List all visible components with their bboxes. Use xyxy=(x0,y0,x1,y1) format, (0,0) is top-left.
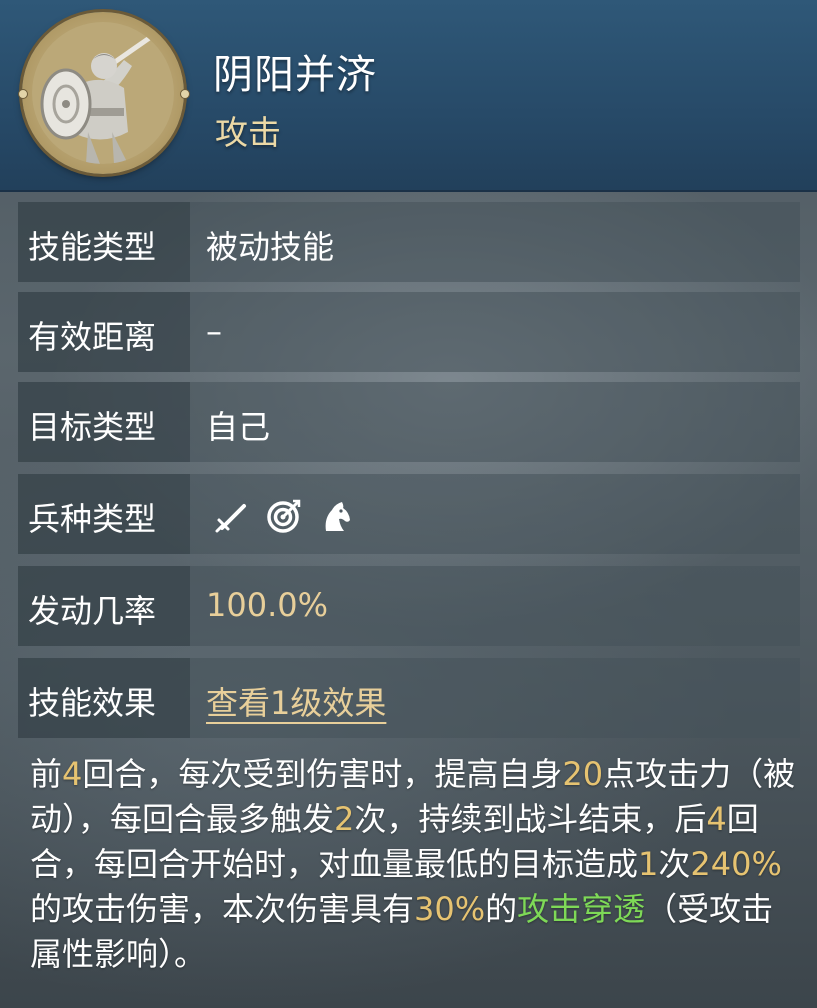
view-level-effect-link[interactable]: 查看1级效果 xyxy=(206,678,386,724)
description-highlight: 1 xyxy=(638,845,659,883)
description-highlight: 20 xyxy=(562,755,604,793)
avatar-stud-left xyxy=(18,89,28,99)
description-highlight: 2 xyxy=(334,800,355,838)
description-text: 次，持续到战斗结束，后 xyxy=(354,800,707,838)
warrior-portrait-icon xyxy=(32,22,174,164)
range-label: 有效距离 xyxy=(28,318,157,356)
description-highlight: 攻击穿透 xyxy=(517,890,646,928)
description-highlight: 4 xyxy=(62,755,83,793)
skill-avatar xyxy=(18,12,190,174)
skill-effect-label: 技能效果 xyxy=(28,684,157,722)
target-type-value: 自己 xyxy=(206,408,271,446)
trigger-rate-label: 发动几率 xyxy=(28,592,157,630)
sword-icon xyxy=(214,498,250,534)
description-text: 前 xyxy=(30,755,63,793)
row-skill-effect: 技能效果 查看1级效果 xyxy=(18,658,800,738)
bow-target-icon xyxy=(266,498,302,534)
troop-type-label: 兵种类型 xyxy=(28,500,157,538)
row-trigger-rate: 发动几率 100.0% xyxy=(18,566,800,646)
row-range: 有效距离 – xyxy=(18,292,800,372)
description-text: 回合，每次受到伤害时，提高自身 xyxy=(82,755,563,793)
skill-description: 前4回合，每次受到伤害时，提高自身20点攻击力（被动），每回合最多触发2次，持续… xyxy=(30,752,800,977)
row-skill-type: 技能类型 被动技能 xyxy=(18,202,800,282)
description-text: 次 xyxy=(658,845,691,883)
description-text: 的 xyxy=(485,890,518,928)
description-highlight: 240% xyxy=(690,845,782,883)
description-highlight: 30% xyxy=(414,890,486,928)
row-troop-type: 兵种类型 xyxy=(18,474,800,554)
target-type-label: 目标类型 xyxy=(28,408,157,446)
skill-name: 阴阳并济 xyxy=(213,52,377,98)
skill-category: 攻击 xyxy=(215,113,281,152)
troop-type-icons xyxy=(214,496,354,536)
description-highlight: 4 xyxy=(706,800,727,838)
description-text: 的攻击伤害，本次伤害具有 xyxy=(30,890,415,928)
skill-type-value: 被动技能 xyxy=(206,228,335,266)
range-value: – xyxy=(206,312,222,350)
skill-header: 阴阳并济 攻击 xyxy=(0,0,817,192)
row-target-type: 目标类型 自己 xyxy=(18,382,800,462)
skill-type-label: 技能类型 xyxy=(28,228,157,266)
avatar-stud-right xyxy=(180,89,190,99)
trigger-rate-value: 100.0% xyxy=(206,586,329,624)
horse-head-icon xyxy=(318,498,354,534)
